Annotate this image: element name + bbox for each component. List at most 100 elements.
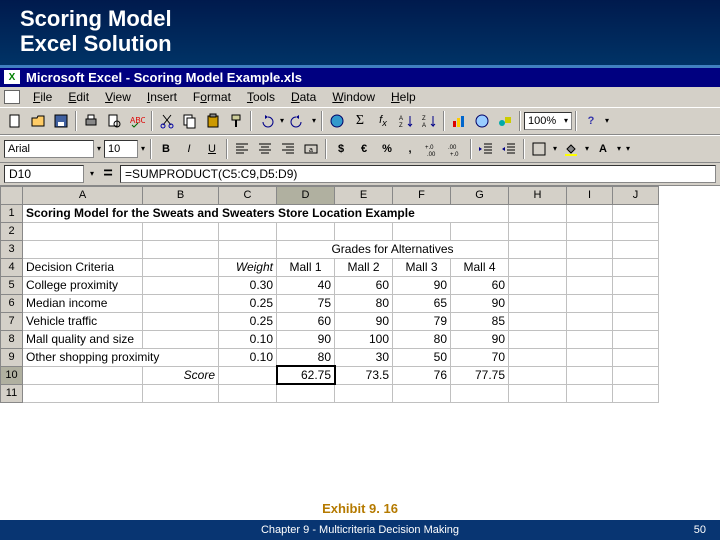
cell-C8[interactable]: 0.10 xyxy=(219,330,277,348)
row-header-8[interactable]: 8 xyxy=(1,330,23,348)
cell-B5[interactable] xyxy=(143,276,219,294)
cell-A4[interactable]: Decision Criteria xyxy=(23,258,143,276)
cell-J8[interactable] xyxy=(613,330,659,348)
cell-J1[interactable] xyxy=(613,204,659,222)
cell-G5[interactable]: 60 xyxy=(451,276,509,294)
redo-icon[interactable] xyxy=(287,110,309,132)
drawing-icon[interactable] xyxy=(494,110,516,132)
row-header-7[interactable]: 7 xyxy=(1,312,23,330)
cell-B11[interactable] xyxy=(143,384,219,402)
cell-E10[interactable]: 73.5 xyxy=(335,366,393,384)
cell-J9[interactable] xyxy=(613,348,659,366)
cell-I8[interactable] xyxy=(567,330,613,348)
cell-A3[interactable] xyxy=(23,240,143,258)
font-size-dropdown[interactable] xyxy=(139,140,147,158)
menu-tools[interactable]: Tools xyxy=(240,89,282,105)
col-header-B[interactable]: B xyxy=(143,186,219,204)
formula-input[interactable]: =SUMPRODUCT(C5:C9,D5:D9) xyxy=(120,165,716,183)
sort-desc-icon[interactable]: ZA xyxy=(418,110,440,132)
cell-E9[interactable]: 30 xyxy=(335,348,393,366)
cell-D6[interactable]: 75 xyxy=(277,294,335,312)
cell-I11[interactable] xyxy=(567,384,613,402)
help-icon[interactable]: ? xyxy=(580,110,602,132)
cell-J2[interactable] xyxy=(613,222,659,240)
menu-help[interactable]: Help xyxy=(384,89,423,105)
cell-I10[interactable] xyxy=(567,366,613,384)
cell-F11[interactable] xyxy=(393,384,451,402)
function-icon[interactable]: fx xyxy=(372,110,394,132)
cell-H4[interactable] xyxy=(509,258,567,276)
toolbar-options[interactable] xyxy=(603,112,611,130)
paste-icon[interactable] xyxy=(202,110,224,132)
select-all-corner[interactable] xyxy=(1,186,23,204)
cell-E5[interactable]: 60 xyxy=(335,276,393,294)
cell-D3[interactable]: Grades for Alternatives xyxy=(277,240,509,258)
borders-icon[interactable] xyxy=(528,138,550,160)
menu-view[interactable]: View xyxy=(98,89,138,105)
cell-C5[interactable]: 0.30 xyxy=(219,276,277,294)
cell-E7[interactable]: 90 xyxy=(335,312,393,330)
cell-C10[interactable] xyxy=(219,366,277,384)
currency-icon[interactable]: $ xyxy=(330,138,352,160)
cell-J5[interactable] xyxy=(613,276,659,294)
decrease-decimal-icon[interactable]: .00+.0 xyxy=(445,138,467,160)
cell-I4[interactable] xyxy=(567,258,613,276)
cell-G10[interactable]: 77.75 xyxy=(451,366,509,384)
cell-C9[interactable]: 0.10 xyxy=(219,348,277,366)
zoom-combo[interactable]: 100%▾ xyxy=(524,112,572,130)
cell-E2[interactable] xyxy=(335,222,393,240)
cell-H7[interactable] xyxy=(509,312,567,330)
autosum-icon[interactable]: Σ xyxy=(349,110,371,132)
row-header-2[interactable]: 2 xyxy=(1,222,23,240)
menu-data[interactable]: Data xyxy=(284,89,323,105)
cell-B10[interactable]: Score xyxy=(143,366,219,384)
font-color-icon[interactable]: A xyxy=(592,138,614,160)
borders-dropdown[interactable] xyxy=(551,140,559,158)
cell-B8[interactable] xyxy=(143,330,219,348)
underline-icon[interactable]: U xyxy=(201,138,223,160)
font-size-combo[interactable]: 10 xyxy=(104,140,138,158)
cell-E4[interactable]: Mall 2 xyxy=(335,258,393,276)
cell-J11[interactable] xyxy=(613,384,659,402)
cell-C6[interactable]: 0.25 xyxy=(219,294,277,312)
spell-icon[interactable]: ABC xyxy=(126,110,148,132)
italic-icon[interactable]: I xyxy=(178,138,200,160)
cell-B6[interactable] xyxy=(143,294,219,312)
col-header-G[interactable]: G xyxy=(451,186,509,204)
col-header-E[interactable]: E xyxy=(335,186,393,204)
cell-F8[interactable]: 80 xyxy=(393,330,451,348)
cell-F5[interactable]: 90 xyxy=(393,276,451,294)
cell-I3[interactable] xyxy=(567,240,613,258)
menu-insert[interactable]: Insert xyxy=(140,89,184,105)
cell-D8[interactable]: 90 xyxy=(277,330,335,348)
cell-A5[interactable]: College proximity xyxy=(23,276,143,294)
cell-F10[interactable]: 76 xyxy=(393,366,451,384)
increase-decimal-icon[interactable]: +.0.00 xyxy=(422,138,444,160)
open-icon[interactable] xyxy=(27,110,49,132)
decrease-indent-icon[interactable] xyxy=(475,138,497,160)
font-color-dropdown[interactable] xyxy=(615,140,623,158)
cell-J6[interactable] xyxy=(613,294,659,312)
cell-G9[interactable]: 70 xyxy=(451,348,509,366)
preview-icon[interactable] xyxy=(103,110,125,132)
bold-icon[interactable]: B xyxy=(155,138,177,160)
cut-icon[interactable] xyxy=(156,110,178,132)
cell-C7[interactable]: 0.25 xyxy=(219,312,277,330)
cell-B7[interactable] xyxy=(143,312,219,330)
cell-D2[interactable] xyxy=(277,222,335,240)
cell-F4[interactable]: Mall 3 xyxy=(393,258,451,276)
cell-A10[interactable] xyxy=(23,366,143,384)
cell-J3[interactable] xyxy=(613,240,659,258)
cell-G4[interactable]: Mall 4 xyxy=(451,258,509,276)
format-painter-icon[interactable] xyxy=(225,110,247,132)
row-header-4[interactable]: 4 xyxy=(1,258,23,276)
cell-A6[interactable]: Median income xyxy=(23,294,143,312)
cell-H8[interactable] xyxy=(509,330,567,348)
redo-dropdown[interactable] xyxy=(310,112,318,130)
col-header-A[interactable]: A xyxy=(23,186,143,204)
comma-icon[interactable]: , xyxy=(399,138,421,160)
cell-F9[interactable]: 50 xyxy=(393,348,451,366)
cell-D5[interactable]: 40 xyxy=(277,276,335,294)
row-header-10[interactable]: 10 xyxy=(1,366,23,384)
cell-C3[interactable] xyxy=(219,240,277,258)
